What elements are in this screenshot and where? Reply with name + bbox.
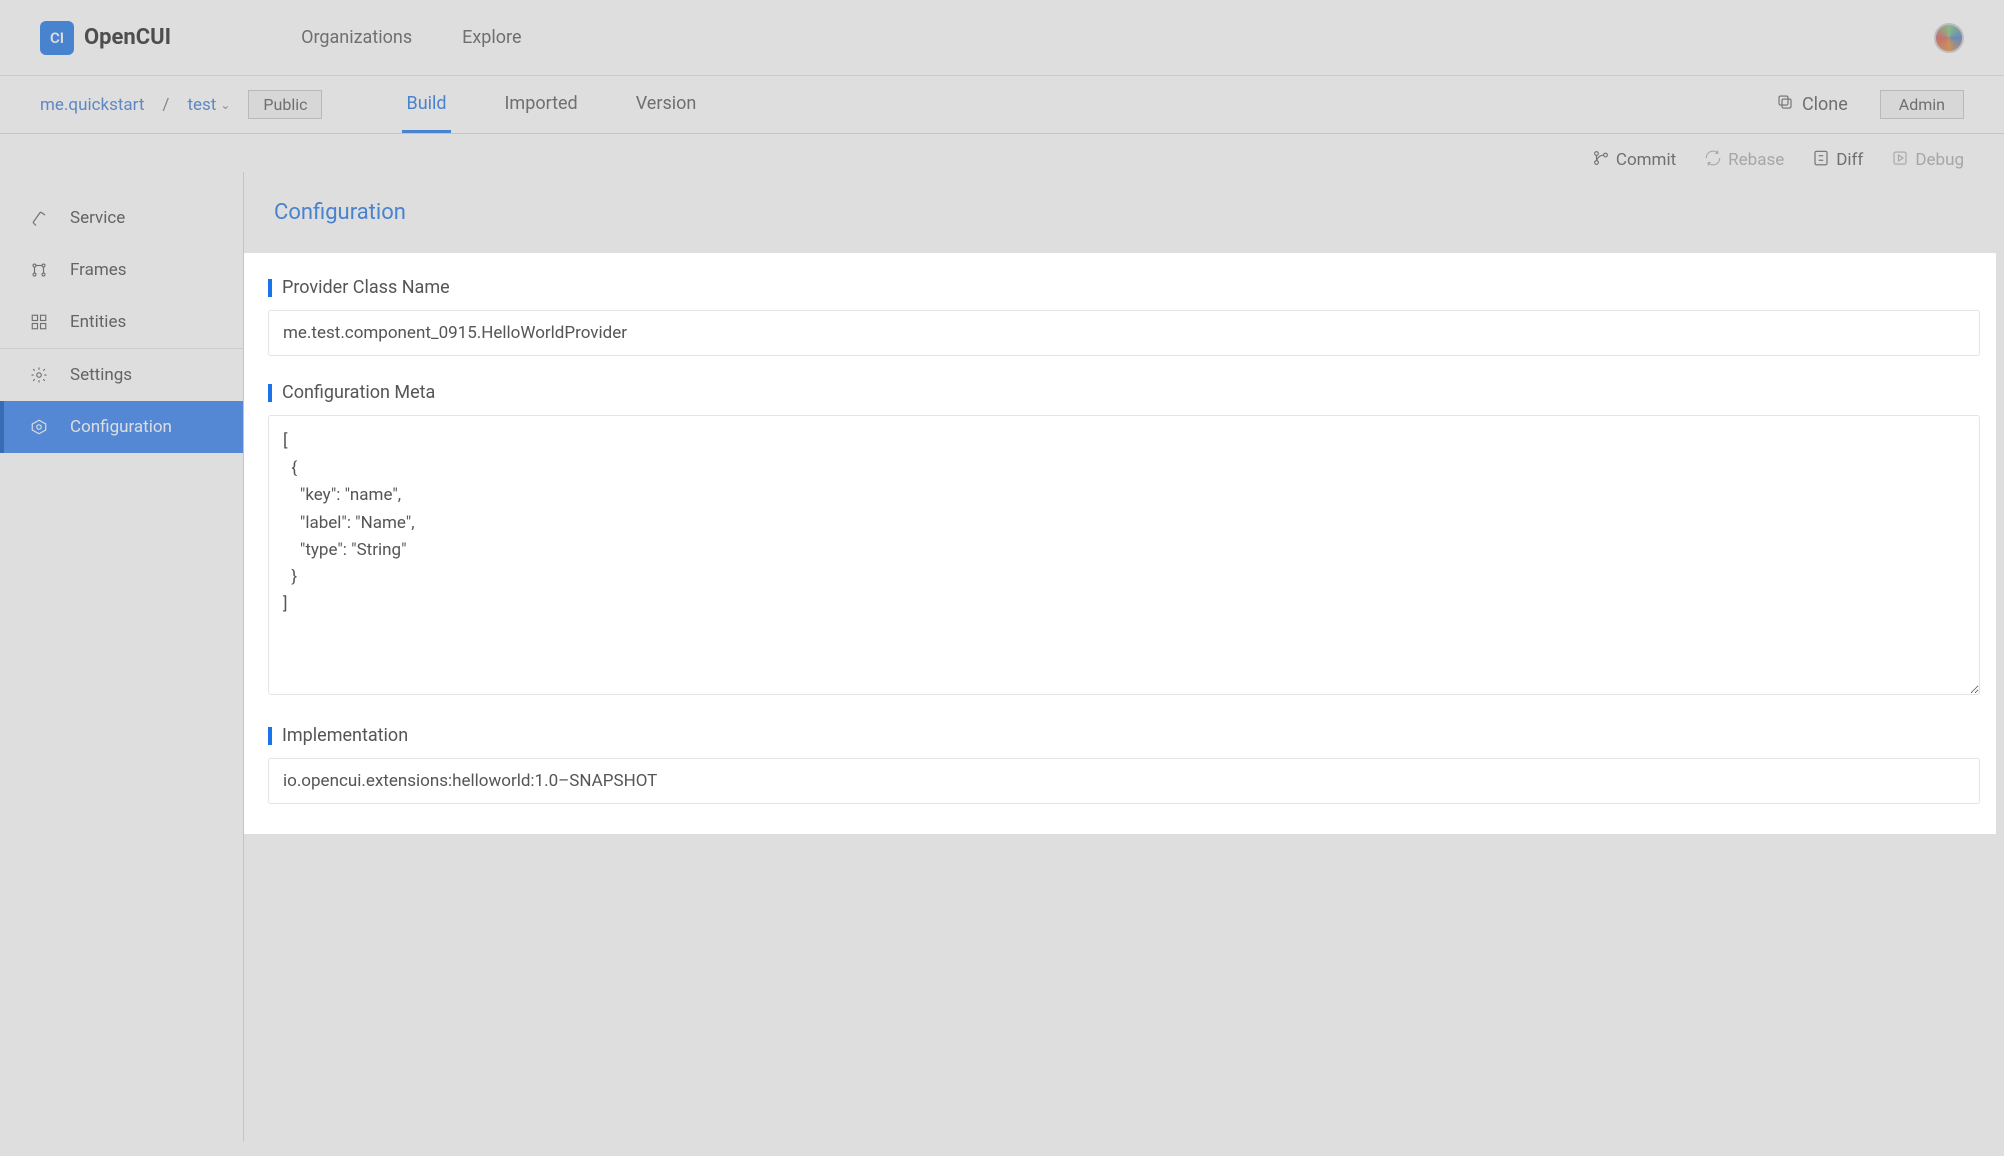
rebase-icon xyxy=(1704,149,1722,172)
brand-name: OpenCUI xyxy=(84,25,171,50)
config-meta-field: Configuration Meta xyxy=(268,382,1980,699)
chevron-down-icon: ⌄ xyxy=(220,98,230,112)
rebase-label: Rebase xyxy=(1728,150,1784,170)
topbar: CI OpenCUI Organizations Explore xyxy=(0,0,2004,76)
subtabs: Build Imported Version xyxy=(402,77,700,133)
clone-icon xyxy=(1776,93,1794,116)
branch-icon xyxy=(1592,149,1610,172)
nav-organizations[interactable]: Organizations xyxy=(301,27,412,48)
sidebar-item-label: Service xyxy=(70,208,125,228)
sidebar: Service Frames Entities Settings xyxy=(0,172,244,1142)
provider-class-field: Provider Class Name xyxy=(268,277,1980,356)
subbar: me.quickstart / test ⌄ Public Build Impo… xyxy=(0,76,2004,134)
implementation-label: Implementation xyxy=(268,725,1980,746)
breadcrumb-project[interactable]: test ⌄ xyxy=(187,95,230,115)
gear-icon xyxy=(30,366,48,384)
provider-class-input[interactable] xyxy=(268,310,1980,356)
main: Service Frames Entities Settings xyxy=(0,172,2004,1142)
config-meta-label: Configuration Meta xyxy=(268,382,1980,403)
sidebar-item-label: Configuration xyxy=(70,417,172,437)
config-panel: Provider Class Name Configuration Meta I… xyxy=(244,253,1996,834)
breadcrumb: me.quickstart / test ⌄ xyxy=(40,95,230,115)
sidebar-item-label: Entities xyxy=(70,312,126,332)
clone-button[interactable]: Clone xyxy=(1776,93,1848,116)
diff-icon xyxy=(1812,149,1830,172)
tab-build[interactable]: Build xyxy=(402,77,450,133)
sidebar-item-label: Settings xyxy=(70,365,132,385)
actionbar: Commit Rebase Diff Debug xyxy=(0,134,2004,172)
sidebar-item-service[interactable]: Service xyxy=(0,192,243,244)
tab-version[interactable]: Version xyxy=(632,77,701,133)
config-meta-textarea[interactable] xyxy=(268,415,1980,695)
sidebar-item-settings[interactable]: Settings xyxy=(0,349,243,401)
breadcrumb-sep: / xyxy=(162,95,169,115)
debug-action[interactable]: Debug xyxy=(1891,148,1964,172)
project-label: test xyxy=(187,95,216,115)
implementation-field: Implementation xyxy=(268,725,1980,804)
logo-icon: CI xyxy=(40,21,74,55)
debug-icon xyxy=(1891,149,1909,172)
commit-label: Commit xyxy=(1616,150,1676,170)
subbar-right: Clone Admin xyxy=(1776,90,1964,119)
nav-explore[interactable]: Explore xyxy=(462,27,521,48)
page-title: Configuration xyxy=(244,192,2004,253)
tab-imported[interactable]: Imported xyxy=(501,77,582,133)
diff-action[interactable]: Diff xyxy=(1812,148,1863,172)
provider-class-label: Provider Class Name xyxy=(268,277,1980,298)
implementation-input[interactable] xyxy=(268,758,1980,804)
content: Configuration Provider Class Name Config… xyxy=(244,172,2004,1142)
admin-button[interactable]: Admin xyxy=(1880,90,1964,119)
rebase-action[interactable]: Rebase xyxy=(1704,148,1784,172)
breadcrumb-org[interactable]: me.quickstart xyxy=(40,95,144,115)
sidebar-item-configuration[interactable]: Configuration xyxy=(0,401,243,453)
sidebar-item-frames[interactable]: Frames xyxy=(0,244,243,296)
configuration-icon xyxy=(30,418,48,436)
clone-label: Clone xyxy=(1802,94,1848,115)
top-nav: Organizations Explore xyxy=(301,27,521,48)
service-icon xyxy=(30,209,48,227)
sidebar-item-entities[interactable]: Entities xyxy=(0,296,243,348)
diff-label: Diff xyxy=(1836,150,1863,170)
entities-icon xyxy=(30,313,48,331)
commit-action[interactable]: Commit xyxy=(1592,148,1676,172)
brand[interactable]: CI OpenCUI xyxy=(40,21,171,55)
avatar[interactable] xyxy=(1934,23,1964,53)
debug-label: Debug xyxy=(1915,150,1964,170)
visibility-badge[interactable]: Public xyxy=(248,90,322,119)
frames-icon xyxy=(30,261,48,279)
sidebar-item-label: Frames xyxy=(70,260,127,280)
